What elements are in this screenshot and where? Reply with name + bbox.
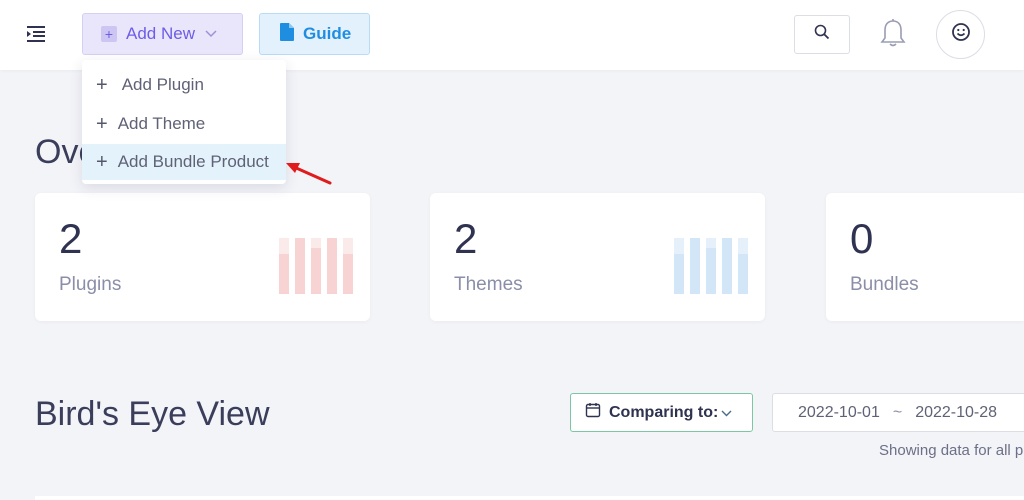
stat-card-plugins[interactable]: 2 Plugins bbox=[35, 193, 370, 321]
comparing-to-label: Comparing to: bbox=[609, 403, 719, 421]
bar-decoration-icon bbox=[674, 238, 748, 294]
birds-eye-title: Bird's Eye View bbox=[35, 395, 270, 433]
stat-card-bundles[interactable]: 0 Bundles bbox=[826, 193, 1024, 321]
menu-item-add-plugin[interactable]: + Add Plugin bbox=[82, 67, 286, 103]
date-range-picker[interactable]: 2022-10-01 ~ 2022-10-28 bbox=[772, 393, 1024, 432]
stat-label: Plugins bbox=[59, 274, 122, 295]
stat-label: Themes bbox=[454, 274, 523, 295]
stat-count: 2 bbox=[454, 215, 478, 262]
stat-card-themes[interactable]: 2 Themes bbox=[430, 193, 765, 321]
stat-count: 0 bbox=[850, 215, 874, 262]
plus-square-icon: + bbox=[101, 26, 117, 42]
smiley-face-icon bbox=[951, 22, 971, 47]
chevron-down-icon bbox=[205, 27, 217, 41]
menu-item-add-theme[interactable]: + Add Theme bbox=[82, 106, 286, 142]
search-icon bbox=[814, 24, 830, 45]
annotation-arrow-icon bbox=[286, 163, 332, 185]
add-new-dropdown: + Add Plugin + Add Theme + Add Bundle Pr… bbox=[82, 60, 286, 184]
search-button[interactable] bbox=[794, 15, 850, 54]
plus-icon: + bbox=[96, 112, 108, 135]
guide-label: Guide bbox=[303, 24, 352, 43]
date-end: 2022-10-28 bbox=[915, 403, 998, 421]
showing-data-text: Showing data for all p bbox=[879, 442, 1024, 459]
date-start: 2022-10-01 bbox=[798, 403, 880, 421]
avatar[interactable] bbox=[936, 10, 985, 59]
bell-icon[interactable] bbox=[880, 18, 906, 48]
chevron-down-icon bbox=[721, 406, 732, 420]
chart-card bbox=[35, 496, 1024, 500]
stat-label: Bundles bbox=[850, 274, 919, 295]
menu-item-label: Add Bundle Product bbox=[117, 152, 269, 171]
menu-item-add-bundle-product[interactable]: + Add Bundle Product bbox=[82, 144, 286, 180]
bar-decoration-icon bbox=[279, 238, 353, 294]
comparing-to-dropdown[interactable]: Comparing to: bbox=[570, 393, 753, 432]
add-new-label: Add New bbox=[126, 24, 195, 43]
guide-button[interactable]: Guide bbox=[259, 13, 370, 55]
calendar-icon bbox=[585, 402, 601, 423]
add-new-button[interactable]: + Add New bbox=[82, 13, 243, 55]
plus-icon: + bbox=[96, 150, 108, 173]
date-separator: ~ bbox=[892, 403, 903, 421]
menu-collapse-icon[interactable] bbox=[24, 22, 48, 46]
document-icon bbox=[280, 22, 294, 46]
stat-count: 2 bbox=[59, 215, 83, 262]
menu-item-label: Add Plugin bbox=[121, 75, 204, 94]
plus-icon: + bbox=[96, 73, 108, 96]
menu-item-label: Add Theme bbox=[117, 114, 206, 133]
